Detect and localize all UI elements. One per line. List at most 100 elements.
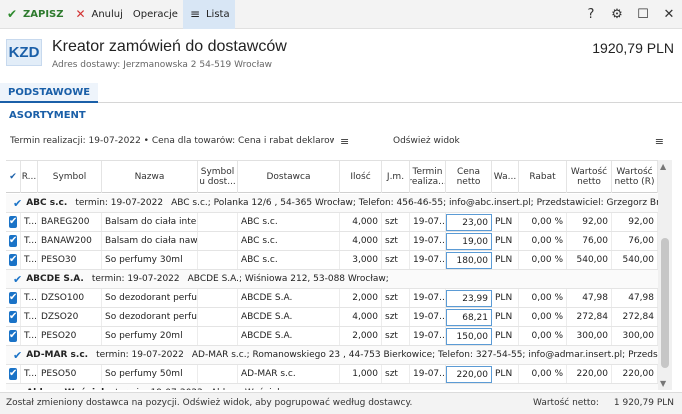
row-checkbox[interactable]: ✔ <box>9 330 18 342</box>
delivery-address-label: Adres dostawy: <box>52 60 121 70</box>
row-checkbox[interactable]: ✔ <box>9 216 18 228</box>
price-input[interactable]: 23,00 <box>446 214 492 231</box>
cell-supplier[interactable]: ABCDE S.A. <box>238 327 340 345</box>
operations-button[interactable]: Operacje <box>128 0 183 29</box>
column-header-net-r[interactable]: Wartość netto (R) <box>612 161 658 193</box>
check-icon: ✔ <box>6 7 18 21</box>
table-row[interactable]: ✔T...DZSO100So dezodorant perfumowany ABC… <box>6 289 658 308</box>
table-row[interactable]: ✔ T... PESO50 So perfumy 50ml AD-MAR s.c. 1,0… <box>6 365 658 384</box>
cell-qty[interactable]: 2,000 <box>340 289 382 307</box>
supplier-group-row[interactable]: ✔ ABCDE S.A. termin: 19-07-2022 ABCDE S.A.;… <box>6 270 658 289</box>
group-check-icon[interactable]: ✔ <box>13 349 22 362</box>
column-header-net[interactable]: Wartość netto <box>567 161 612 193</box>
column-header-name[interactable]: Nazwa <box>102 161 198 193</box>
refresh-view-button[interactable]: Odśwież widok <box>393 136 460 146</box>
cell-symbol: PESO30 <box>38 251 102 269</box>
cell-qty[interactable]: 4,000 <box>340 232 382 250</box>
column-header-supplier[interactable]: Dostawca <box>238 161 340 193</box>
table-row[interactable]: ✔T...BAREG200Balsam do ciała intensywnie… <box>6 213 658 232</box>
window-controls: ? ⚙ ☐ ✕ <box>578 0 682 29</box>
settings-button[interactable]: ⚙ <box>604 0 630 29</box>
scroll-up-icon[interactable]: ▲ <box>660 162 666 171</box>
cell-net-r: 47,98 <box>612 289 658 307</box>
column-header-r[interactable]: R... <box>21 161 38 193</box>
price-input[interactable]: 150,00 <box>446 328 492 345</box>
cell-term: 19-07... <box>410 289 446 307</box>
vertical-scrollbar[interactable]: ▲ ▼ <box>658 160 672 390</box>
group-check-icon[interactable]: ✔ <box>13 273 22 286</box>
tab-basic[interactable]: PODSTAWOWE <box>0 83 99 103</box>
cell-term: 19-07... <box>410 213 446 231</box>
group-supplier-name: AD-MAR s.c. <box>26 350 89 360</box>
row-checkbox[interactable]: ✔ <box>9 311 18 323</box>
cell-unit: szt <box>382 308 410 326</box>
cell-disc: 0,00 % <box>519 232 567 250</box>
scroll-down-icon[interactable]: ▼ <box>660 379 666 388</box>
table-row[interactable]: ✔T...BANAW200Balsam do ciała nawilżający… <box>6 232 658 251</box>
cell-supplier[interactable]: ABC s.c. <box>238 213 340 231</box>
group-check-icon[interactable]: ✔ <box>13 387 22 391</box>
group-check-icon[interactable]: ✔ <box>13 197 22 210</box>
row-checkbox[interactable]: ✔ <box>9 292 18 304</box>
status-bar: Został zmieniony dostawca na pozycji. Od… <box>0 392 682 414</box>
column-header-symbol[interactable]: Symbol <box>38 161 102 193</box>
column-header-chk[interactable]: ✔ <box>6 161 21 193</box>
cell-qty[interactable]: 3,000 <box>340 251 382 269</box>
refresh-menu-icon[interactable]: ≡ <box>655 135 664 148</box>
cell-qty[interactable]: 1,000 <box>340 365 382 383</box>
cell-supp-sym <box>198 365 238 383</box>
column-header-qty[interactable]: Ilość <box>340 161 382 193</box>
filter-bar: Termin realizacji: 19-07-2022 • Cena dla… <box>0 132 682 154</box>
row-checkbox[interactable]: ✔ <box>9 254 18 266</box>
list-button[interactable]: ≡ Lista <box>182 0 235 29</box>
price-input[interactable]: 180,00 <box>446 252 492 269</box>
table-row[interactable]: ✔ T... PESO20 So perfumy 20ml ABCDE S.A. 2,00… <box>6 327 658 346</box>
close-window-button[interactable]: ✕ <box>656 0 682 29</box>
cell-name: So perfumy 20ml <box>102 327 198 345</box>
table-row[interactable]: ✔T...DZSO20So dezodorant perfumowany ABCD… <box>6 308 658 327</box>
column-header-disc[interactable]: Rabat <box>519 161 567 193</box>
column-header-unit[interactable]: J.m. <box>382 161 410 193</box>
price-input[interactable]: 19,00 <box>446 233 492 250</box>
maximize-button[interactable]: ☐ <box>630 0 656 29</box>
table-row[interactable]: ✔ T... PESO30 So perfumy 30ml ABC s.c. 3,000 s… <box>6 251 658 270</box>
column-header-price[interactable]: Cena netto <box>446 161 492 193</box>
column-header-term[interactable]: Termin realiza... <box>410 161 446 193</box>
cell-qty[interactable]: 4,000 <box>340 308 382 326</box>
cell-supplier[interactable]: ABCDE S.A. <box>238 308 340 326</box>
supplier-group-row[interactable]: ✔ AD-MAR s.c. termin: 19-07-2022 AD-MAR s.c… <box>6 346 658 365</box>
filter-summary[interactable]: Termin realizacji: 19-07-2022 • Cena dla… <box>10 136 334 146</box>
price-input[interactable]: 23,99 <box>446 290 492 307</box>
row-checkbox[interactable]: ✔ <box>9 235 18 247</box>
cell-qty[interactable]: 4,000 <box>340 213 382 231</box>
row-checkbox[interactable]: ✔ <box>9 368 18 380</box>
cell-supplier[interactable]: ABCDE S.A. <box>238 289 340 307</box>
cell-net-r: 540,00 <box>612 251 658 269</box>
supplier-group-row[interactable]: ✔ Aldona Woźniak termin: 19-07-2022 Aldona … <box>6 384 658 390</box>
group-supplier-info: AD-MAR s.c.; Romanowskiego 23 , 44-753 B… <box>191 350 658 360</box>
column-header-supp-sym[interactable]: Symbol u dost... <box>198 161 238 193</box>
cell-supplier[interactable]: ABC s.c. <box>238 232 340 250</box>
filter-menu-icon[interactable]: ≡ <box>340 135 349 148</box>
save-button[interactable]: ✔ ZAPISZ <box>0 0 69 29</box>
cell-r: T... <box>21 365 38 383</box>
scrollbar-thumb[interactable] <box>661 238 669 368</box>
cell-qty[interactable]: 2,000 <box>340 327 382 345</box>
grid-header: ✔ R... Symbol Nazwa Symbol u dost... Dostawca… <box>6 161 658 193</box>
price-input[interactable]: 68,21 <box>446 309 492 326</box>
group-supplier-name: ABCDE S.A. <box>26 274 84 284</box>
cell-supplier[interactable]: ABC s.c. <box>238 251 340 269</box>
cancel-button[interactable]: ✕ Anuluj <box>69 0 128 29</box>
cell-symbol: PESO20 <box>38 327 102 345</box>
cell-supplier[interactable]: AD-MAR s.c. <box>238 365 340 383</box>
cell-cur: PLN <box>492 308 519 326</box>
price-input[interactable]: 220,00 <box>446 366 492 383</box>
section-title: ASORTYMENT <box>9 110 86 121</box>
cell-unit: szt <box>382 251 410 269</box>
cell-net-r: 92,00 <box>612 213 658 231</box>
help-button[interactable]: ? <box>578 0 604 29</box>
supplier-group-row[interactable]: ✔ ABC s.c. termin: 19-07-2022 ABC s.c.; Pol… <box>6 194 658 213</box>
column-header-cur[interactable]: Wa... <box>492 161 519 193</box>
cell-symbol: PESO50 <box>38 365 102 383</box>
cell-term: 19-07... <box>410 327 446 345</box>
